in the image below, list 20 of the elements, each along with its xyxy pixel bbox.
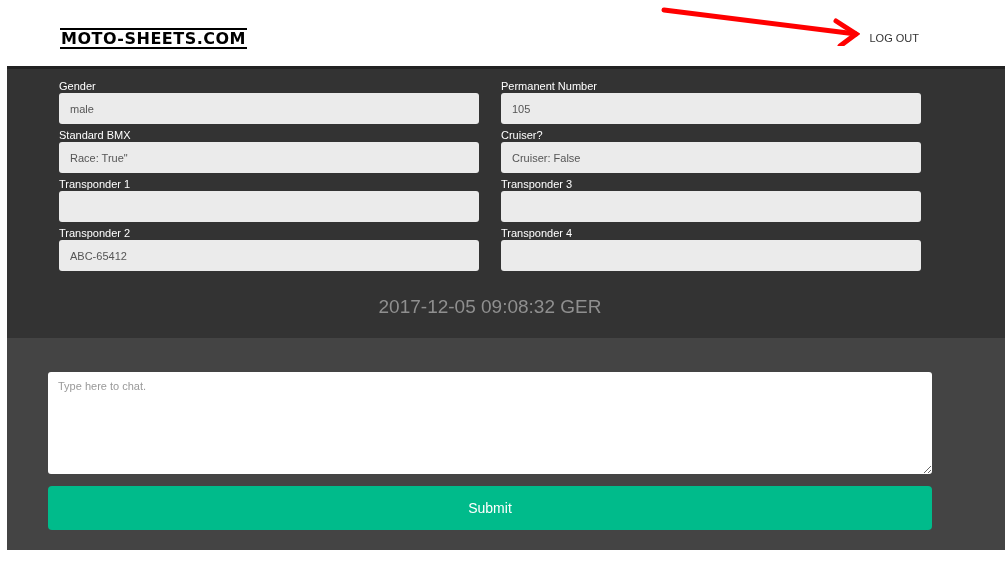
field-label: Cruiser?: [501, 128, 544, 142]
chat-input[interactable]: Type here to chat.: [48, 372, 932, 474]
text-field[interactable]: [59, 191, 479, 222]
field-label: Transponder 4: [501, 226, 574, 240]
text-field[interactable]: [501, 240, 921, 271]
text-field[interactable]: 105: [501, 93, 921, 124]
field-label: Transponder 2: [59, 226, 132, 240]
text-field[interactable]: Race: True": [59, 142, 479, 173]
field-label: Standard BMX: [59, 128, 132, 142]
timestamp: 2017-12-05 09:08:32 GER: [377, 296, 603, 318]
field-label: Permanent Number: [501, 79, 598, 93]
text-field[interactable]: Cruiser: False: [501, 142, 921, 173]
field-label: Gender: [59, 79, 97, 93]
text-field[interactable]: male: [59, 93, 479, 124]
field-label: Transponder 3: [501, 177, 574, 191]
site-logo[interactable]: MOTO-SHEETS.COM: [60, 27, 248, 49]
logout-link[interactable]: LOG OUT: [869, 32, 919, 44]
text-field[interactable]: ABC-65412: [59, 240, 479, 271]
text-field[interactable]: [501, 191, 921, 222]
field-label: Transponder 1: [59, 177, 132, 191]
